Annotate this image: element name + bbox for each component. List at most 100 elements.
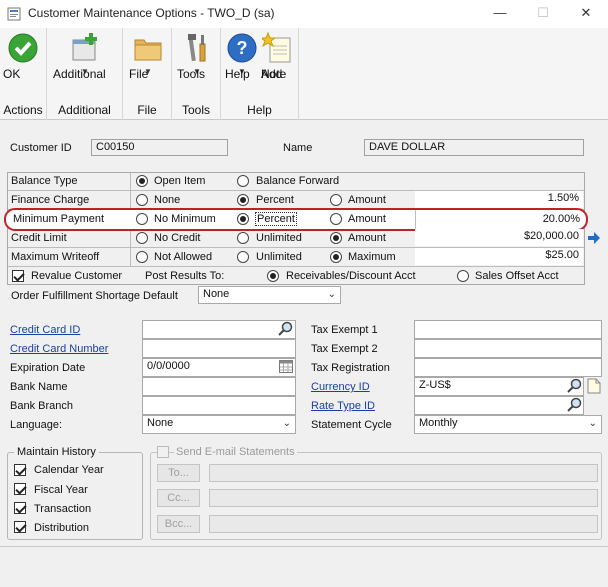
revalue-customer-checkbox[interactable] — [12, 270, 24, 282]
maximum-writeoff-value[interactable]: $25.00 — [415, 248, 583, 265]
finance-none-label: None — [154, 194, 181, 206]
finance-charge-value[interactable]: 1.50% — [415, 191, 583, 208]
credit-unlimited-label: Unlimited — [256, 232, 302, 244]
additional-button[interactable]: Additional ▼ — [53, 32, 117, 81]
credit-limit-value[interactable]: $20,000.00 — [415, 229, 583, 246]
arrow-right-icon[interactable] — [587, 231, 601, 245]
tax-registration-label: Tax Registration — [311, 362, 390, 374]
title-bar: Customer Maintenance Options - TWO_D (sa… — [0, 0, 608, 28]
maintain-history-title: Maintain History — [14, 446, 99, 458]
close-button[interactable]: ✕ — [566, 2, 606, 26]
minimize-button[interactable]: — — [480, 2, 520, 26]
name-label: Name — [283, 142, 313, 154]
writeoff-not-allowed-radio[interactable] — [136, 251, 148, 263]
order-shortage-value: None — [203, 288, 230, 300]
group-label-help: Help — [247, 103, 272, 117]
cc-input[interactable] — [209, 489, 598, 507]
folder-icon — [134, 39, 162, 61]
calendar-icon[interactable] — [279, 360, 293, 373]
tax-exempt-1-input[interactable] — [414, 320, 602, 339]
bcc-button[interactable]: Bcc... — [157, 515, 200, 533]
to-input[interactable] — [209, 464, 598, 482]
credit-card-number-input[interactable] — [142, 339, 296, 358]
svg-text:?: ? — [237, 38, 248, 58]
rate-type-id-input[interactable] — [414, 396, 584, 415]
expiration-date-label: Expiration Date — [10, 362, 86, 374]
bank-branch-input[interactable] — [142, 396, 296, 415]
statement-cycle-label: Statement Cycle — [311, 419, 392, 431]
distribution-checkbox[interactable] — [14, 521, 26, 533]
post-sales-offset-radio[interactable] — [457, 270, 469, 282]
calendar-year-checkbox[interactable] — [14, 464, 26, 476]
additional-label: Additional — [53, 67, 106, 81]
rate-type-id-link[interactable]: Rate Type ID — [311, 400, 375, 412]
language-select[interactable]: None ⌄ — [142, 415, 296, 434]
customer-id-label: Customer ID — [10, 142, 72, 154]
post-receivables-radio[interactable] — [267, 270, 279, 282]
credit-card-id-input[interactable] — [142, 320, 296, 339]
ok-button[interactable]: OK — [3, 32, 43, 81]
minimum-payment-value[interactable]: 20.00% — [420, 213, 580, 225]
credit-amount-label: Amount — [348, 232, 386, 244]
credit-card-id-link[interactable]: Credit Card ID — [10, 324, 80, 336]
expiration-date-input[interactable]: 0/0/0000 — [142, 358, 296, 377]
help-button[interactable]: ? Help ▼ — [225, 32, 259, 81]
add-window-icon — [72, 33, 97, 61]
credit-card-number-link[interactable]: Credit Card Number — [10, 343, 108, 355]
cc-button[interactable]: Cc... — [157, 489, 200, 507]
transaction-checkbox[interactable] — [14, 502, 26, 514]
tools-button[interactable]: Tools ▼ — [177, 32, 217, 81]
currency-id-input[interactable]: Z-US$ — [414, 377, 584, 396]
language-label: Language: — [10, 419, 62, 431]
tax-registration-input[interactable] — [414, 358, 602, 377]
transaction-label: Transaction — [34, 503, 92, 515]
bank-branch-label: Bank Branch — [10, 400, 73, 412]
finance-none-radio[interactable] — [136, 194, 148, 206]
fiscal-year-label: Fiscal Year — [34, 484, 88, 496]
send-email-checkbox[interactable] — [157, 446, 169, 458]
finance-amount-radio[interactable] — [330, 194, 342, 206]
tools-label: Tools — [177, 67, 206, 81]
note-icon[interactable] — [587, 378, 601, 394]
tax-exempt-2-input[interactable] — [414, 339, 602, 358]
bottom-divider — [0, 546, 608, 547]
credit-unlimited-radio[interactable] — [237, 232, 249, 244]
bank-name-input[interactable] — [142, 377, 296, 396]
minimum-amount-radio[interactable] — [330, 213, 342, 225]
writeoff-not-allowed-label: Not Allowed — [154, 251, 213, 263]
balance-open-item-radio[interactable] — [136, 175, 148, 187]
language-value: None — [147, 417, 174, 429]
maximize-button[interactable]: ☐ — [523, 2, 563, 26]
credit-none-radio[interactable] — [136, 232, 148, 244]
lookup-icon[interactable] — [567, 378, 583, 394]
currency-id-link[interactable]: Currency ID — [311, 381, 370, 393]
send-email-label: Send E-mail Statements — [174, 446, 297, 458]
statement-cycle-value: Monthly — [419, 417, 458, 429]
to-button[interactable]: To... — [157, 464, 200, 482]
chevron-down-icon: ⌄ — [282, 418, 291, 429]
add-note-button[interactable]: Add Note — [259, 31, 295, 81]
post-sales-offset-label: Sales Offset Acct — [475, 270, 559, 282]
help-label: Help — [225, 67, 250, 81]
file-button[interactable]: File ▼ — [129, 32, 167, 81]
minimum-percent-label: Percent — [255, 212, 297, 226]
chevron-down-icon: ⌄ — [588, 418, 597, 429]
balance-forward-radio[interactable] — [237, 175, 249, 187]
statement-cycle-select[interactable]: Monthly ⌄ — [414, 415, 602, 434]
ribbon-group-help: ? Help ▼ Add Note Help — [221, 28, 299, 120]
writeoff-maximum-radio[interactable] — [330, 251, 342, 263]
writeoff-unlimited-radio[interactable] — [237, 251, 249, 263]
lookup-icon[interactable] — [278, 321, 294, 337]
group-label-actions: Actions — [3, 103, 43, 117]
order-shortage-select[interactable]: None ⌄ — [198, 286, 341, 304]
fiscal-year-checkbox[interactable] — [14, 483, 26, 495]
minimum-none-radio[interactable] — [136, 213, 148, 225]
finance-percent-label: Percent — [256, 194, 294, 206]
group-label-tools: Tools — [181, 103, 210, 117]
credit-amount-radio[interactable] — [330, 232, 342, 244]
minimum-amount-label: Amount — [348, 213, 386, 225]
finance-percent-radio[interactable] — [237, 194, 249, 206]
lookup-icon[interactable] — [567, 397, 583, 413]
minimum-percent-radio[interactable] — [237, 213, 249, 225]
bcc-input[interactable] — [209, 515, 598, 533]
